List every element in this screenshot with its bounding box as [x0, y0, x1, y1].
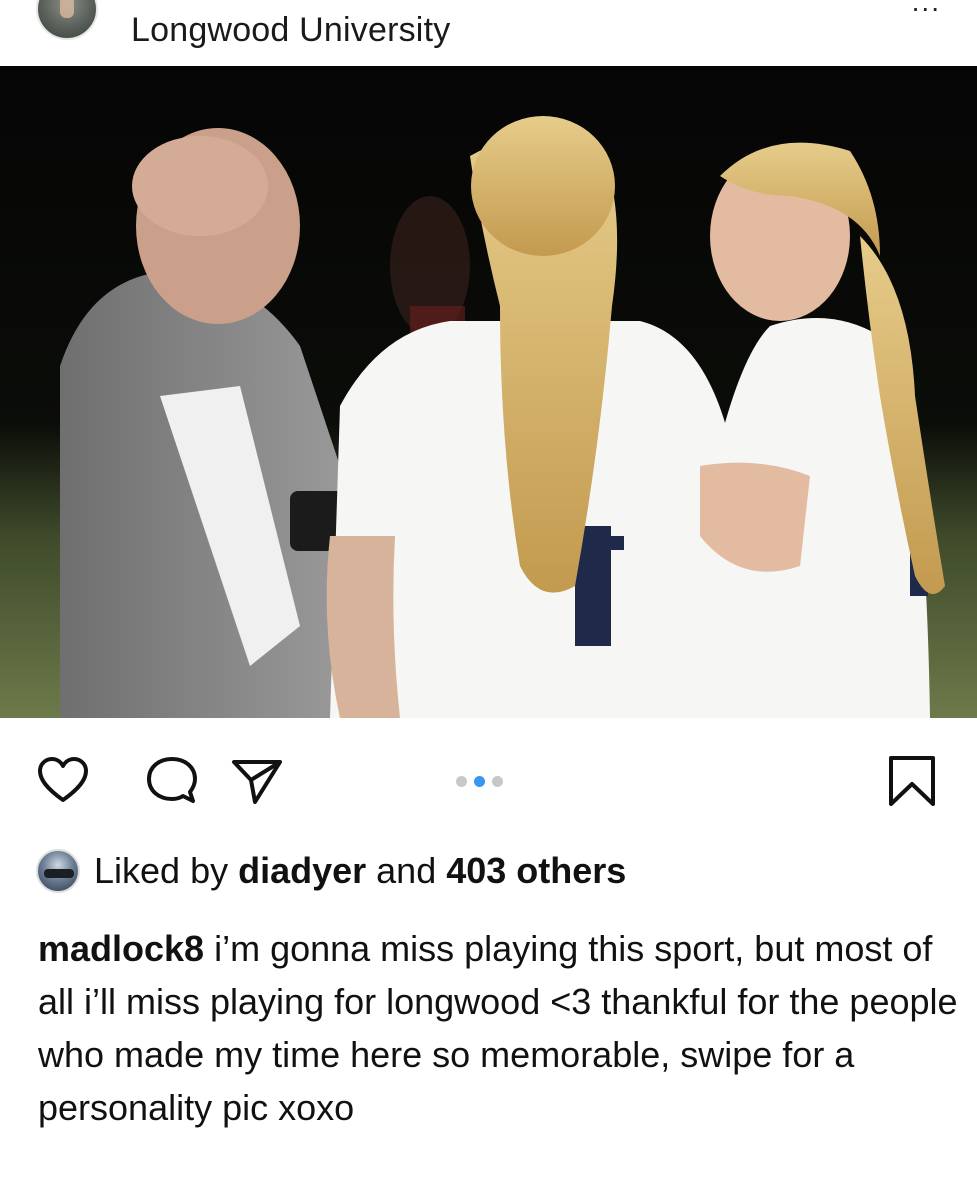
heart-icon[interactable] [36, 754, 90, 808]
photo-scene [0, 66, 977, 718]
post-location[interactable]: Longwood University [131, 11, 450, 50]
post-photo[interactable] [0, 66, 977, 718]
carousel-dot-active [474, 776, 485, 787]
likes-summary[interactable]: Liked by diadyer and 403 others [36, 846, 626, 896]
likes-count[interactable]: 403 others [446, 850, 626, 892]
liked-by-middle: and [366, 850, 447, 891]
post-header: Longwood University ... [0, 0, 977, 64]
more-options-icon[interactable]: ... [912, 0, 941, 18]
comment-icon[interactable] [145, 754, 199, 808]
bookmark-icon[interactable] [885, 754, 939, 808]
liker-avatar[interactable] [36, 849, 80, 893]
liker-username[interactable]: diadyer [238, 850, 366, 892]
carousel-dot [492, 776, 503, 787]
carousel-dot [456, 776, 467, 787]
share-icon[interactable] [230, 754, 284, 808]
carousel-indicator [456, 776, 503, 787]
caption-username[interactable]: madlock8 [38, 928, 204, 969]
post-caption: madlock8 i’m gonna miss playing this spo… [38, 922, 958, 1134]
author-avatar[interactable] [36, 0, 98, 40]
post-actions [0, 740, 977, 820]
liked-by-prefix: Liked by [94, 850, 239, 891]
